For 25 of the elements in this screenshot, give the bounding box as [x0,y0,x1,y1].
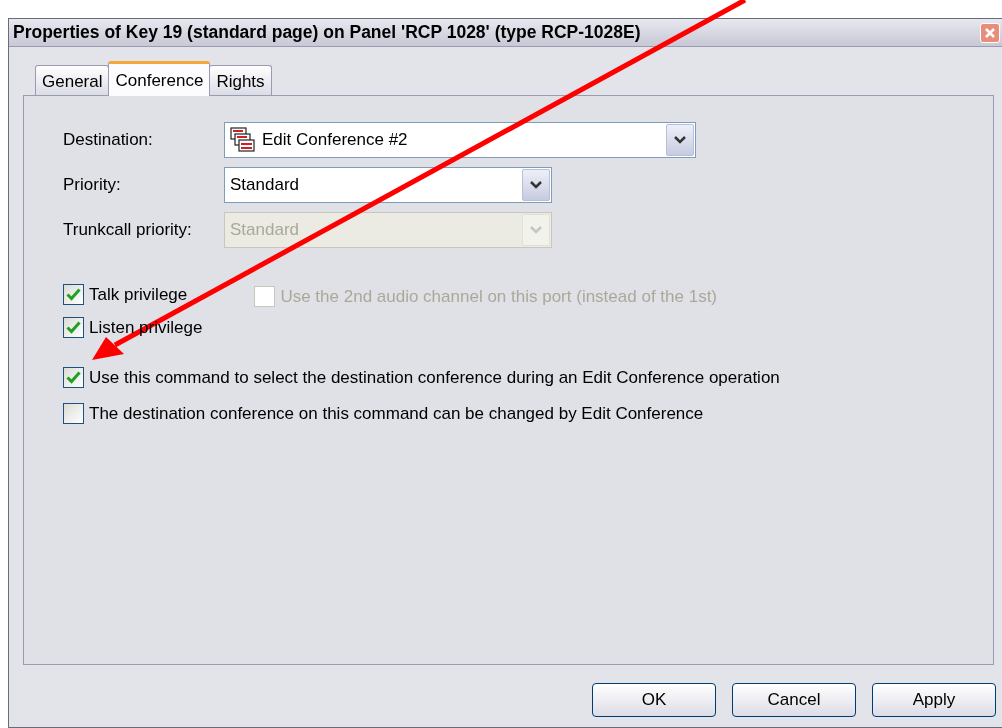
tab[interactable]: Conference [108,61,211,96]
checkbox[interactable] [63,316,84,338]
checkbox-label: Talk privilege [89,284,188,306]
tab[interactable]: Rights [209,65,272,95]
checkbox[interactable] [63,284,84,306]
field-label: Priority: [63,174,122,197]
chevron-down-icon [674,136,686,144]
checkbox-label: The destination conference on this command can be changed by Edit Conference [89,402,704,425]
tab[interactable]: General [35,65,110,95]
dropdown[interactable]: Standard [224,167,552,203]
dropdown[interactable]: Edit Conference #2 [224,122,696,158]
checkbox-label: Use the 2nd audio channel on this port (instead of the 1st) [280,286,718,308]
checkbox-label: Use this command to select the destination conference during an Edit Conference operation [89,367,780,389]
dialog-button[interactable]: Cancel [732,683,856,717]
window-title: Properties of Key 19 (standard page) on Panel 'RCP 1028' (type RCP-1028E) [13,21,641,45]
close-icon [984,26,996,39]
dialog-button[interactable]: OK [592,683,716,717]
chevron-down-icon [530,181,542,189]
conference-icon [230,127,256,153]
checkbox[interactable] [63,367,84,389]
field-label: Destination: [63,129,154,152]
checkbox[interactable] [63,402,84,424]
field-label: Trunkcall priority: [63,219,193,242]
chevron-down-icon [530,226,542,234]
dialog-button[interactable]: Apply [872,683,996,717]
